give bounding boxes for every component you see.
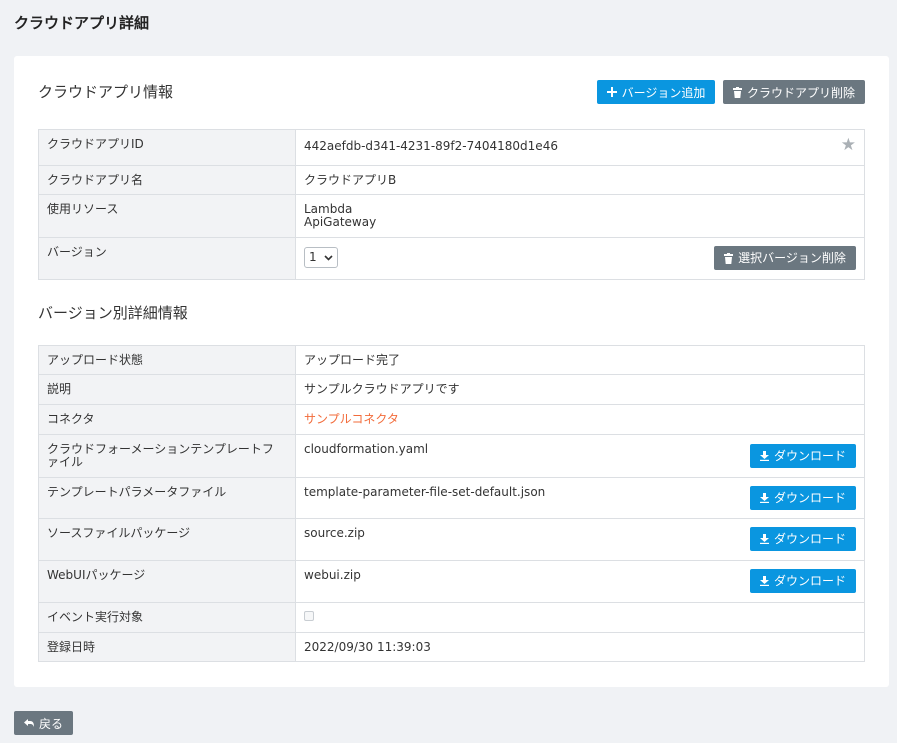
event-target-cell xyxy=(295,602,865,633)
cfn-template-label: クラウドフォーメーションテンプレートフ ァイル xyxy=(38,434,296,478)
source-package-value: source.zip xyxy=(304,526,365,540)
version-detail-table: アップロード状態 アップロード完了 説明 サンプルクラウドアプリです コネクタ … xyxy=(38,345,865,662)
resources-cell: Lambda ApiGateway xyxy=(295,194,865,238)
connector-cell: サンプルコネクタ xyxy=(295,404,865,435)
table-row: 説明 サンプルクラウドアプリです xyxy=(38,374,865,405)
table-row: 登録日時 2022/09/30 11:39:03 xyxy=(38,632,865,662)
param-file-cell: template-parameter-file-set-default.json… xyxy=(295,477,865,519)
event-target-label: イベント実行対象 xyxy=(38,602,296,633)
delete-version-button[interactable]: 選択バージョン削除 xyxy=(714,246,856,270)
download-label: ダウンロード xyxy=(773,573,846,588)
table-row: 使用リソース Lambda ApiGateway xyxy=(38,194,865,238)
webui-package-cell: webui.zip ダウンロード xyxy=(295,560,865,603)
source-package-label: ソースファイルパッケージ xyxy=(38,518,296,561)
table-row: コネクタ サンプルコネクタ xyxy=(38,404,865,435)
download-label: ダウンロード xyxy=(773,448,846,463)
resource-item: Lambda xyxy=(304,202,353,216)
download-param-button[interactable]: ダウンロード xyxy=(750,486,856,510)
download-webui-button[interactable]: ダウンロード xyxy=(750,569,856,593)
trash-icon xyxy=(724,252,734,264)
param-file-value: template-parameter-file-set-default.json xyxy=(304,485,546,499)
version-label: バージョン xyxy=(38,237,296,280)
delete-app-label: クラウドアプリ削除 xyxy=(746,85,855,100)
download-label: ダウンロード xyxy=(773,531,846,546)
table-row: イベント実行対象 xyxy=(38,602,865,633)
event-target-checkbox[interactable] xyxy=(304,611,314,621)
param-file-label: テンプレートパラメータファイル xyxy=(38,477,296,519)
version-cell: 1 選択バージョン削除 xyxy=(295,237,865,280)
add-version-label: バージョン追加 xyxy=(621,85,706,100)
cfn-template-label-line: ァイル xyxy=(47,455,84,469)
table-row: アップロード状態 アップロード完了 xyxy=(38,345,865,375)
cfn-template-cell: cloudformation.yaml ダウンロード xyxy=(295,434,865,478)
registered-at-value: 2022/09/30 11:39:03 xyxy=(295,632,865,662)
table-row: WebUIパッケージ webui.zip ダウンロード xyxy=(38,560,865,603)
version-select-value: 1 xyxy=(309,250,317,264)
description-label: 説明 xyxy=(38,374,296,405)
upload-status-label: アップロード状態 xyxy=(38,345,296,375)
webui-package-value: webui.zip xyxy=(304,568,361,582)
connector-link[interactable]: サンプルコネクタ xyxy=(304,412,399,426)
upload-status-value: アップロード完了 xyxy=(295,345,865,375)
download-label: ダウンロード xyxy=(773,490,846,505)
add-version-button[interactable]: バージョン追加 xyxy=(597,80,715,104)
resources-label: 使用リソース xyxy=(38,194,296,238)
download-icon xyxy=(759,493,769,503)
description-value: サンプルクラウドアプリです xyxy=(295,374,865,405)
resource-item: ApiGateway xyxy=(304,215,377,229)
app-info-title: クラウドアプリ情報 xyxy=(38,83,174,101)
back-arrow-icon xyxy=(23,718,34,727)
app-name-label: クラウドアプリ名 xyxy=(38,165,296,195)
download-icon xyxy=(759,451,769,461)
table-row: バージョン 1 選択バージョン削除 xyxy=(38,237,865,280)
detail-card: クラウドアプリ情報 バージョン追加 クラウドアプリ削除 クラウドアプリID 44… xyxy=(14,56,889,687)
source-package-cell: source.zip ダウンロード xyxy=(295,518,865,561)
table-row: テンプレートパラメータファイル template-parameter-file-… xyxy=(38,477,865,519)
app-id-cell: 442aefdb-d341-4231-89f2-7404180d1e46 ★ xyxy=(295,129,865,166)
app-id-label: クラウドアプリID xyxy=(38,129,296,166)
version-detail-title: バージョン別詳細情報 xyxy=(38,304,188,322)
star-icon[interactable]: ★ xyxy=(841,137,856,154)
download-icon xyxy=(759,576,769,586)
delete-app-button[interactable]: クラウドアプリ削除 xyxy=(723,80,865,104)
app-id-value: 442aefdb-d341-4231-89f2-7404180d1e46 xyxy=(304,139,558,153)
app-name-value: クラウドアプリB xyxy=(295,165,865,195)
table-row: クラウドアプリID 442aefdb-d341-4231-89f2-740418… xyxy=(38,129,865,166)
delete-version-label: 選択バージョン削除 xyxy=(738,250,846,265)
connector-label: コネクタ xyxy=(38,404,296,435)
back-label: 戻る xyxy=(38,716,63,731)
table-row: クラウドフォーメーションテンプレートフ ァイル cloudformation.y… xyxy=(38,434,865,478)
page-title: クラウドアプリ詳細 xyxy=(14,14,150,32)
back-button[interactable]: 戻る xyxy=(14,711,73,735)
registered-at-label: 登録日時 xyxy=(38,632,296,662)
cfn-template-label-line: クラウドフォーメーションテンプレートフ xyxy=(47,442,274,456)
version-select[interactable]: 1 xyxy=(304,247,338,268)
webui-package-label: WebUIパッケージ xyxy=(38,560,296,603)
table-row: クラウドアプリ名 クラウドアプリB xyxy=(38,165,865,195)
download-source-button[interactable]: ダウンロード xyxy=(750,527,856,551)
plus-icon xyxy=(606,87,617,97)
download-icon xyxy=(759,534,769,544)
download-cfn-button[interactable]: ダウンロード xyxy=(750,444,856,468)
trash-icon xyxy=(732,86,742,98)
cfn-template-value: cloudformation.yaml xyxy=(304,442,429,456)
table-row: ソースファイルパッケージ source.zip ダウンロード xyxy=(38,518,865,561)
chevron-down-icon xyxy=(324,254,333,261)
app-info-table: クラウドアプリID 442aefdb-d341-4231-89f2-740418… xyxy=(38,129,865,280)
